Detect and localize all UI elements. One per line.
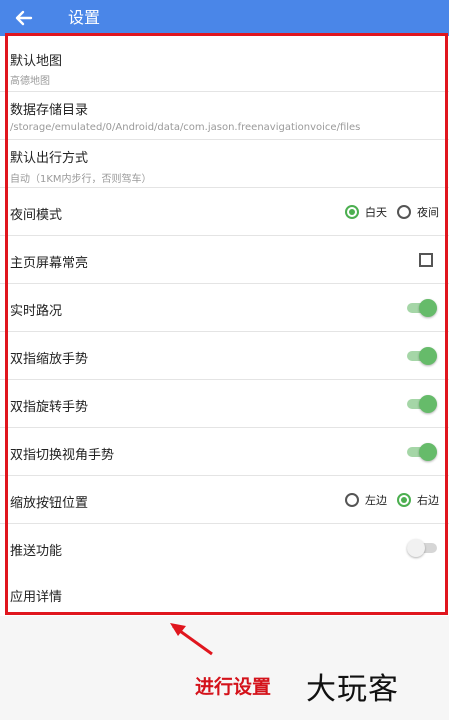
annotation-arrow: [170, 623, 213, 656]
watermark-logo: 大玩客: [306, 672, 399, 707]
annotation-caption: 进行设置: [195, 676, 272, 698]
